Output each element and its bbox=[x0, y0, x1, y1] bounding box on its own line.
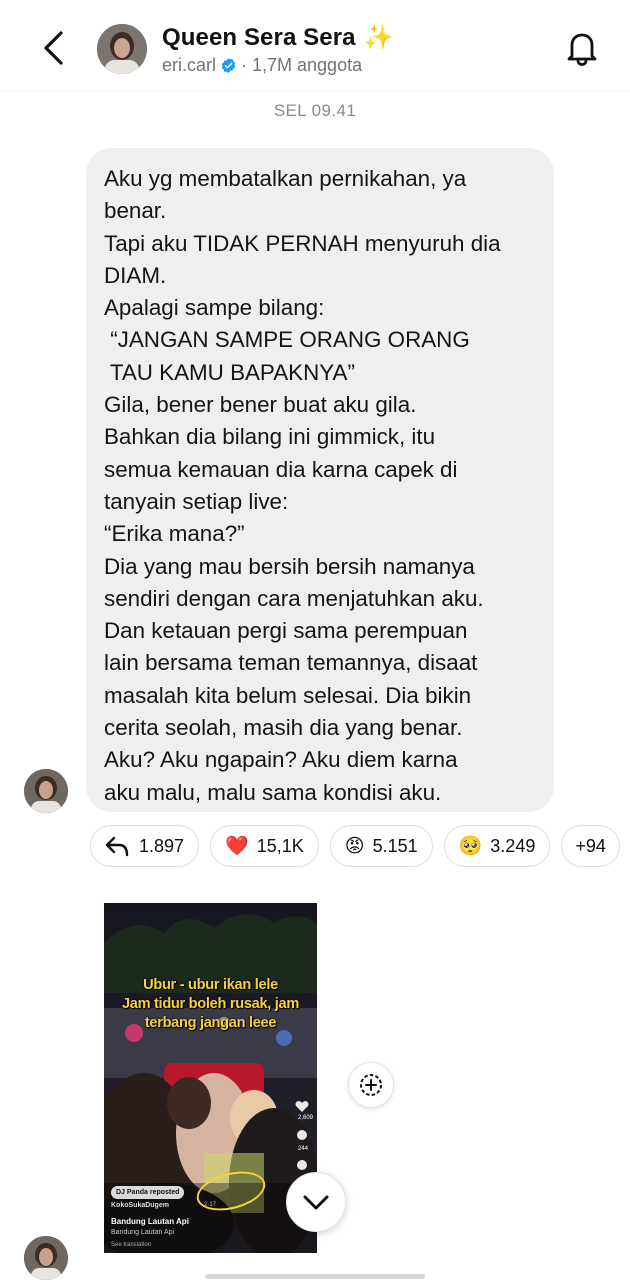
see-translation-link: See translation bbox=[111, 1242, 152, 1248]
heart-reaction-chip[interactable]: ❤️ 15,1K bbox=[210, 825, 319, 867]
message-line: Dia yang mau bersih bersih namanya bbox=[104, 553, 475, 579]
chat-header: Queen Sera Sera ✨ eri.carl · 1,7M anggot… bbox=[0, 0, 630, 92]
channel-handle: eri.carl bbox=[162, 55, 217, 75]
caption-line: Jam tidur boleh rusak, jam bbox=[121, 996, 300, 1012]
add-reaction-button[interactable] bbox=[348, 1062, 394, 1108]
sender-avatar[interactable] bbox=[24, 1236, 68, 1280]
message-line: Aku yg membatalkan pernikahan, ya bbox=[104, 166, 467, 191]
back-arrow-icon bbox=[44, 31, 63, 65]
notifications-button[interactable] bbox=[560, 26, 604, 70]
message-line: benar. bbox=[104, 198, 167, 224]
scroll-to-bottom-button[interactable] bbox=[286, 1172, 346, 1232]
message-line: Gila, bener bener buat aku gila. bbox=[104, 392, 417, 418]
like-count: 2,609 bbox=[298, 1115, 314, 1121]
video-author: KokoSukaDugem bbox=[111, 1202, 169, 1209]
message-line: TAU KAMU BAPAKNYA” bbox=[104, 359, 355, 385]
message-line: “JANGAN SAMPE ORANG ORANG bbox=[104, 327, 470, 353]
comment-count: 244 bbox=[298, 1146, 309, 1152]
home-indicator bbox=[205, 1274, 425, 1279]
reactions-bar: 1.897 ❤️ 15,1K 😡 5.151 🥺 3.249 +94 bbox=[90, 825, 630, 867]
pleading-face-icon: 🥺 bbox=[458, 836, 483, 857]
back-button[interactable] bbox=[30, 24, 78, 72]
chevron-down-icon bbox=[303, 1195, 329, 1210]
pleading-count: 3.249 bbox=[490, 835, 536, 856]
message-line: tanyain setiap live: bbox=[104, 488, 289, 514]
bell-icon bbox=[567, 33, 597, 66]
message-line: cerita seolah, masih dia yang benar. bbox=[104, 715, 463, 741]
angry-count: 5.151 bbox=[372, 835, 418, 856]
channel-name: Queen Sera Sera bbox=[162, 24, 356, 51]
reposted-label: DJ Panda reposted bbox=[111, 1186, 185, 1199]
reply-arrow-icon bbox=[105, 836, 129, 857]
channel-title[interactable]: Queen Sera Sera ✨ bbox=[162, 24, 394, 52]
more-reactions-count: +94 bbox=[575, 835, 606, 856]
message-line: lain bersama teman temannya, disaat bbox=[104, 650, 478, 676]
channel-subtitle: eri.carl · 1,7M anggota bbox=[162, 55, 362, 76]
message-line: Tapi aku TIDAK PERNAH menyuruh dia bbox=[104, 230, 501, 256]
heart-icon: ❤️ bbox=[225, 836, 249, 857]
message-line: Bahkan dia bilang ini gimmick, itu bbox=[104, 424, 436, 450]
video-caption: Ubur - ubur ikan lele Jam tidur boleh ru… bbox=[104, 976, 317, 1033]
pleading-reaction-chip[interactable]: 🥺 3.249 bbox=[443, 825, 551, 867]
message-line: Dan ketauan pergi sama perempuan bbox=[104, 618, 468, 644]
angry-reaction-chip[interactable]: 😡 5.151 bbox=[329, 825, 433, 867]
message-timestamp: SEL 09.41 bbox=[273, 101, 357, 120]
message-line: aku malu, malu sama kondisi aku. bbox=[104, 779, 442, 805]
message-line: Aku? Aku ngapain? Aku diem karna bbox=[104, 747, 458, 773]
message-bubble[interactable]: Aku yg membatalkan pernikahan, ya benar.… bbox=[86, 148, 554, 812]
message-line: sendiri dengan cara menjatuhkan aku. bbox=[104, 585, 484, 611]
caption-line: Ubur - ubur ikan lele bbox=[143, 977, 278, 993]
sparkles-emoji: ✨ bbox=[363, 24, 394, 51]
sender-avatar[interactable] bbox=[24, 769, 68, 813]
message-line: “Erika mana?” bbox=[104, 521, 245, 547]
reply-chip[interactable]: 1.897 bbox=[90, 825, 200, 867]
message-line: masalah kita belum selesai. Dia bikin bbox=[104, 682, 472, 708]
message-line: DIAM. bbox=[104, 262, 167, 288]
verified-badge-icon bbox=[221, 58, 236, 73]
channel-avatar[interactable] bbox=[97, 24, 147, 74]
video-sound: Bandung Lautan Api bbox=[111, 1229, 175, 1236]
message-line: semua kemauan dia karna capek di bbox=[104, 456, 458, 482]
message-line: Apalagi sampe bilang: bbox=[104, 295, 325, 321]
video-title: Bandung Lautan Api bbox=[111, 1217, 189, 1226]
heart-count: 15,1K bbox=[256, 835, 304, 856]
caption-line: terbang jangan leee bbox=[144, 1015, 277, 1031]
more-reactions-chip[interactable]: +94 bbox=[561, 825, 620, 867]
add-reaction-icon bbox=[360, 1074, 382, 1096]
reply-count: 1.897 bbox=[139, 835, 185, 856]
member-count: · 1,7M anggota bbox=[241, 55, 363, 75]
angry-face-icon: 😡 bbox=[344, 835, 365, 857]
